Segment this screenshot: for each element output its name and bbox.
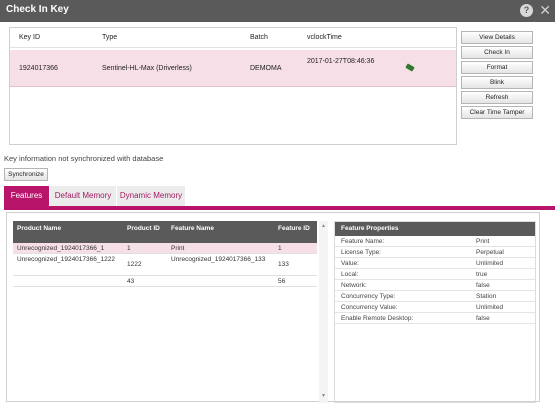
property-row: Concurrency Value: Unlimited — [335, 302, 535, 313]
features-table: Product Name Product ID Feature Name Fea… — [13, 221, 317, 287]
column-header-product-name[interactable]: Product Name — [17, 225, 125, 233]
product-id-cell: 1222 — [127, 261, 142, 268]
property-row: Enable Remote Desktop: false — [335, 313, 535, 324]
key-id-cell: 1924017366 — [19, 65, 58, 72]
feature-properties-panel: Feature Properties Feature Name: Print Li… — [334, 221, 536, 403]
feature-id-cell: 133 — [278, 261, 289, 268]
property-key: Enable Remote Desktop: — [341, 315, 414, 322]
help-icon[interactable]: ? — [520, 4, 533, 17]
tab-dynamic-memory[interactable]: Dynamic Memory — [117, 186, 185, 206]
key-table: Key ID Type Batch vclockTime 1924017366 … — [9, 27, 457, 145]
sync-status-message: Key information not synchronized with da… — [4, 154, 164, 163]
column-header-type[interactable]: Type — [102, 34, 117, 41]
column-header-key-id[interactable]: Key ID — [19, 34, 40, 41]
property-value: false — [476, 282, 490, 289]
feature-name-cell: Print — [171, 245, 185, 252]
property-key: License Type: — [341, 249, 381, 256]
table-row[interactable]: Unrecognized_1924017366_1 1 Print 1 — [13, 243, 317, 254]
property-key: Network: — [341, 282, 367, 289]
column-header-feature-id[interactable]: Feature ID — [278, 225, 314, 233]
property-value: Unlimited — [476, 260, 504, 267]
property-row: Local: true — [335, 269, 535, 280]
product-name-cell: Unrecognized_1924017366_1222 — [17, 256, 115, 263]
features-panel: Product Name Product ID Feature Name Fea… — [6, 212, 540, 403]
features-scrollbar[interactable]: ▲ ▼ — [319, 221, 328, 403]
property-row: Value: Unlimited — [335, 258, 535, 269]
column-header-vclock-time[interactable]: vclockTime — [307, 34, 342, 41]
property-key: Concurrency Value: — [341, 304, 398, 311]
column-header-feature-name[interactable]: Feature Name — [171, 225, 271, 233]
refresh-button[interactable]: Refresh — [461, 91, 533, 104]
property-row: Feature Name: Print — [335, 236, 535, 247]
scroll-up-icon[interactable]: ▲ — [319, 223, 328, 229]
synchronize-button[interactable]: Synchronize — [4, 168, 48, 181]
tab-default-memory[interactable]: Default Memory — [50, 186, 116, 206]
tab-features[interactable]: Features — [4, 186, 49, 206]
blink-button[interactable]: Blink — [461, 76, 533, 89]
table-row[interactable]: Unrecognized_1924017366_1222 1222 Unreco… — [13, 254, 317, 276]
action-buttons: View Details Check In Format Blink Refre… — [461, 31, 533, 121]
clear-time-tamper-button[interactable]: Clear Time Tamper — [461, 106, 533, 119]
property-value: false — [476, 315, 490, 322]
vclock-time-cell: 2017-01-27T08:46:36 — [307, 58, 375, 65]
column-header-product-id[interactable]: Product ID — [127, 225, 165, 233]
feature-id-cell: 56 — [278, 278, 286, 285]
view-details-button[interactable]: View Details — [461, 31, 533, 44]
property-value: Unlimited — [476, 304, 504, 311]
property-value: Station — [476, 293, 497, 300]
key-table-row[interactable]: 1924017366 Sentinel-HL-Max (Driverless) … — [10, 50, 456, 87]
features-table-header: Product Name Product ID Feature Name Fea… — [13, 221, 317, 243]
property-value: Perpetual — [476, 249, 504, 256]
product-id-cell: 1 — [127, 245, 131, 252]
key-type-cell: Sentinel-HL-Max (Driverless) — [102, 65, 192, 72]
format-button[interactable]: Format — [461, 61, 533, 74]
window-title: Check In Key — [6, 4, 69, 15]
feature-id-cell: 1 — [278, 245, 282, 252]
property-row: Concurrency Type: Station — [335, 291, 535, 302]
check-in-button[interactable]: Check In — [461, 46, 533, 59]
property-key: Value: — [341, 260, 359, 267]
column-header-batch[interactable]: Batch — [250, 34, 268, 41]
scroll-down-icon[interactable]: ▼ — [319, 393, 328, 399]
feature-name-cell: Unrecognized_1924017366_133 — [171, 256, 266, 263]
property-value: true — [476, 271, 488, 278]
feature-properties-title: Feature Properties — [335, 222, 535, 236]
table-row[interactable]: 43 56 — [13, 276, 317, 287]
property-value: Print — [476, 238, 490, 245]
batch-cell: DEMOMA — [250, 65, 282, 72]
key-table-header: Key ID Type Batch vclockTime — [10, 28, 456, 48]
property-key: Feature Name: — [341, 238, 385, 245]
property-key: Local: — [341, 271, 359, 278]
product-id-cell: 43 — [127, 278, 135, 285]
title-bar: Check In Key ? ✕ — [0, 0, 555, 22]
property-row: License Type: Perpetual — [335, 247, 535, 258]
key-icon — [405, 63, 415, 72]
property-row: Network: false — [335, 280, 535, 291]
property-key: Concurrency Type: — [341, 293, 396, 300]
tab-underline — [4, 206, 555, 210]
product-name-cell: Unrecognized_1924017366_1 — [17, 245, 105, 252]
close-icon[interactable]: ✕ — [539, 2, 551, 18]
